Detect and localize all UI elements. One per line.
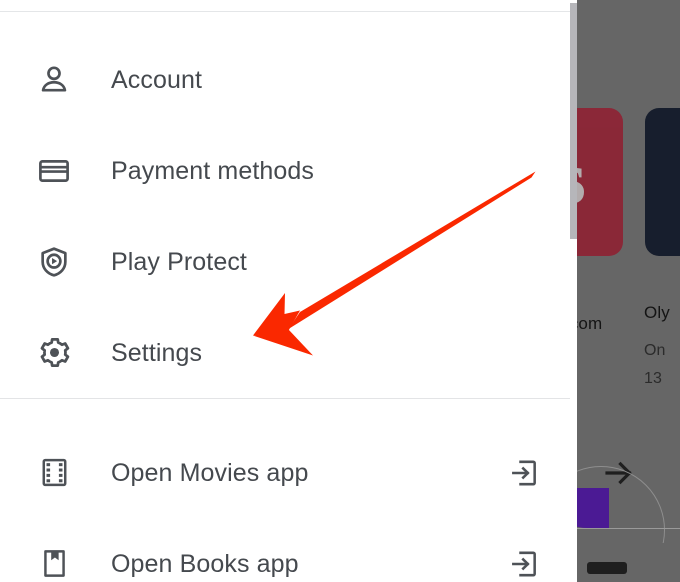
drawer-item-account[interactable]: Account <box>0 34 570 125</box>
drawer-item-payment-methods[interactable]: Payment methods <box>0 125 570 216</box>
drawer-item-settings[interactable]: Settings <box>0 307 570 398</box>
drawer-item-label: Settings <box>111 338 203 367</box>
drawer-secondary-group: Open Movies app Open Books app <box>0 427 570 582</box>
background-scrim[interactable]: s .com Oly On 13 <box>577 0 680 582</box>
background-caption: Oly <box>644 303 670 322</box>
background-purple-shape <box>577 488 609 528</box>
gear-icon <box>26 335 82 370</box>
screen: s .com Oly On 13 <box>0 0 680 582</box>
background-caption: 13 <box>644 370 662 387</box>
drawer-item-open-movies-app[interactable]: Open Movies app <box>0 427 570 518</box>
drawer-item-label: Payment methods <box>111 156 314 185</box>
background-app-tile[interactable]: s <box>577 108 623 256</box>
drawer-item-label: Play Protect <box>111 247 247 276</box>
open-in-app-icon[interactable] <box>502 457 546 489</box>
navigation-drawer: Account Payment methods Play Protect Set… <box>0 0 570 582</box>
drawer-item-open-books-app[interactable]: Open Books app <box>0 518 570 582</box>
background-caption: .com <box>577 314 603 333</box>
background-bottom-chip <box>587 562 627 574</box>
film-strip-icon <box>26 456 82 489</box>
background-caption: On <box>644 342 666 359</box>
account-person-icon <box>26 63 82 97</box>
drawer-item-label: Account <box>111 65 203 94</box>
drawer-item-play-protect[interactable]: Play Protect <box>0 216 570 307</box>
shield-play-icon <box>26 245 82 279</box>
book-bookmark-icon <box>26 547 82 580</box>
drawer-primary-group: Account Payment methods Play Protect Set… <box>0 34 570 398</box>
background-app-tile[interactable] <box>645 108 680 256</box>
open-in-app-icon[interactable] <box>502 548 546 580</box>
drawer-item-label: Open Movies app <box>111 458 309 487</box>
credit-card-icon <box>26 154 82 188</box>
drawer-top-divider <box>0 11 570 12</box>
background-divider <box>577 528 680 529</box>
app-tile-glyph: s <box>577 138 615 220</box>
drawer-group-divider <box>0 398 570 399</box>
drawer-item-label: Open Books app <box>111 549 299 578</box>
